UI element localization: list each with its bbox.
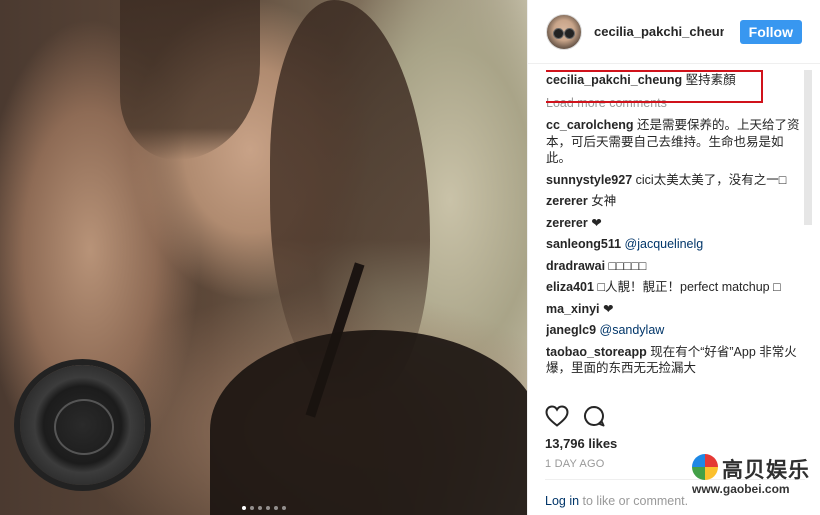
caption: cecilia_pakchi_cheung 堅持素顏 (546, 66, 808, 103)
caption-highlight-box (546, 70, 763, 103)
post-actions (545, 405, 605, 432)
watermark-name: 高贝娱乐 (722, 459, 810, 482)
post-timestamp: 1 DAY AGO (545, 458, 605, 470)
comment-item: cc_carolcheng 还是需要保养的。上天给了资本，可后天需要自己去维持。… (546, 117, 808, 167)
carousel-dot[interactable] (257, 506, 262, 510)
comment-username[interactable]: eliza401 (546, 280, 594, 294)
comment-item: sanleong511 @jacquelinelg (546, 236, 808, 253)
comment-username[interactable]: sunnystyle927 (546, 173, 632, 187)
comment-item: zererer ❤ (546, 215, 808, 232)
comments-list[interactable]: cecilia_pakchi_cheung 堅持素顏 Load more com… (546, 66, 808, 400)
photo-garment (210, 330, 527, 515)
comment-username[interactable]: zererer (546, 194, 588, 208)
comment-text: ❤ (591, 215, 602, 230)
comment-mention[interactable]: @jacquelinelg (625, 237, 704, 251)
post-photo[interactable] (0, 0, 527, 515)
comment-username[interactable]: janeglc9 (546, 323, 596, 337)
login-suffix: to like or comment. (579, 494, 689, 508)
comment-username[interactable]: ma_xinyi (546, 302, 600, 316)
comment-text: □□□□□ (608, 258, 647, 273)
carousel-dot[interactable] (249, 506, 254, 510)
comment-item: sunnystyle927 cici太美太美了，没有之一□ (546, 172, 808, 189)
watermark-logo-icon (692, 454, 718, 480)
carousel-dot[interactable] (273, 506, 278, 510)
watermark-url: www.gaobei.com (692, 482, 790, 496)
comment-item: eliza401 □人靚！靚正！perfect matchup □ (546, 279, 808, 296)
follow-button[interactable]: Follow (739, 19, 802, 44)
login-link[interactable]: Log in (545, 494, 579, 508)
comment-text: □人靚！靚正！perfect matchup □ (597, 280, 781, 294)
comment-text: ❤ (603, 301, 614, 316)
comment-username[interactable]: cc_carolcheng (546, 118, 634, 132)
carousel-dot[interactable] (281, 506, 286, 510)
photo-hair-left (120, 0, 260, 160)
post-header: cecilia_pakchi_cheung Follow (528, 0, 820, 64)
comment-item: dradrawai □□□□□ (546, 258, 808, 275)
likes-count[interactable]: 13,796 likes (545, 436, 617, 451)
comments-scrollbar[interactable] (804, 70, 812, 225)
login-prompt: Log in to like or comment. (545, 494, 688, 508)
watermark: 高贝娱乐 www.gaobei.com (692, 454, 812, 500)
comment-username[interactable]: zererer (546, 216, 588, 230)
carousel-dot[interactable] (265, 506, 270, 510)
comment-item: zererer 女神 (546, 193, 808, 210)
photo-wristwatch (20, 365, 145, 485)
heart-icon[interactable] (545, 405, 569, 432)
comment-item: ma_xinyi ❤ (546, 301, 808, 318)
comment-username[interactable]: sanleong511 (546, 237, 621, 251)
comment-username[interactable]: dradrawai (546, 259, 605, 273)
comment-text: 女神 (591, 194, 617, 208)
comment-item: taobao_storeapp 现在有个“好省”App 非常火爆，里面的东西无无… (546, 344, 808, 377)
carousel-dot[interactable] (241, 506, 246, 510)
comment-mention[interactable]: @sandylaw (600, 323, 665, 337)
comment-text: cici太美太美了，没有之一□ (635, 172, 787, 187)
comment-username[interactable]: taobao_storeapp (546, 345, 647, 359)
carousel-dots[interactable] (0, 506, 527, 510)
comment-bubble-icon[interactable] (583, 405, 605, 432)
avatar[interactable] (546, 13, 582, 50)
comment-item: janeglc9 @sandylaw (546, 322, 808, 339)
header-username[interactable]: cecilia_pakchi_cheung (594, 24, 724, 39)
